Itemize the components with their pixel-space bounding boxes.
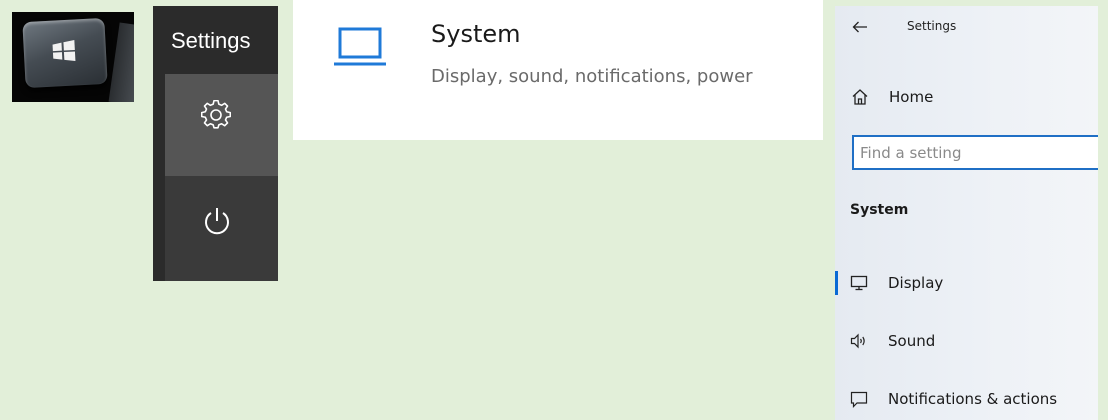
sidebar-item-notifications[interactable]: Notifications & actions (835, 384, 1098, 414)
adjacent-key (108, 22, 134, 102)
notification-icon (850, 391, 868, 408)
system-category-tile[interactable]: System Display, sound, notifications, po… (293, 0, 823, 140)
active-indicator (835, 271, 838, 295)
windows-key (22, 17, 108, 89)
start-power-button[interactable] (165, 176, 278, 281)
back-arrow-icon[interactable] (851, 18, 869, 36)
start-menu-strip: Settings (153, 6, 278, 281)
sidebar-item-display[interactable]: Display (835, 268, 1098, 298)
laptop-icon (334, 27, 386, 66)
home-label: Home (889, 88, 934, 106)
speaker-icon (850, 333, 865, 349)
find-setting-input[interactable] (852, 135, 1098, 170)
system-description: Display, sound, notifications, power (431, 66, 753, 87)
sidebar-item-sound[interactable]: Sound (835, 326, 1098, 356)
start-menu-title: Settings (171, 28, 251, 53)
sidebar-item-label: Display (888, 274, 944, 292)
sidebar-item-label: Sound (888, 332, 936, 350)
system-title: System (431, 20, 521, 48)
home-icon (852, 89, 868, 105)
section-title: System (850, 202, 909, 218)
windows-key-image (12, 12, 134, 102)
windows-logo-icon (52, 39, 76, 61)
sidebar-item-label: Notifications & actions (888, 390, 1058, 408)
settings-window-title: Settings (907, 19, 957, 33)
gear-icon (201, 100, 231, 129)
home-nav-item[interactable]: Home (851, 86, 933, 108)
settings-sidebar: Settings Home System Display Sound Notif… (835, 6, 1098, 420)
monitor-icon (850, 275, 868, 291)
power-icon (205, 208, 229, 235)
start-settings-button[interactable] (165, 74, 278, 176)
